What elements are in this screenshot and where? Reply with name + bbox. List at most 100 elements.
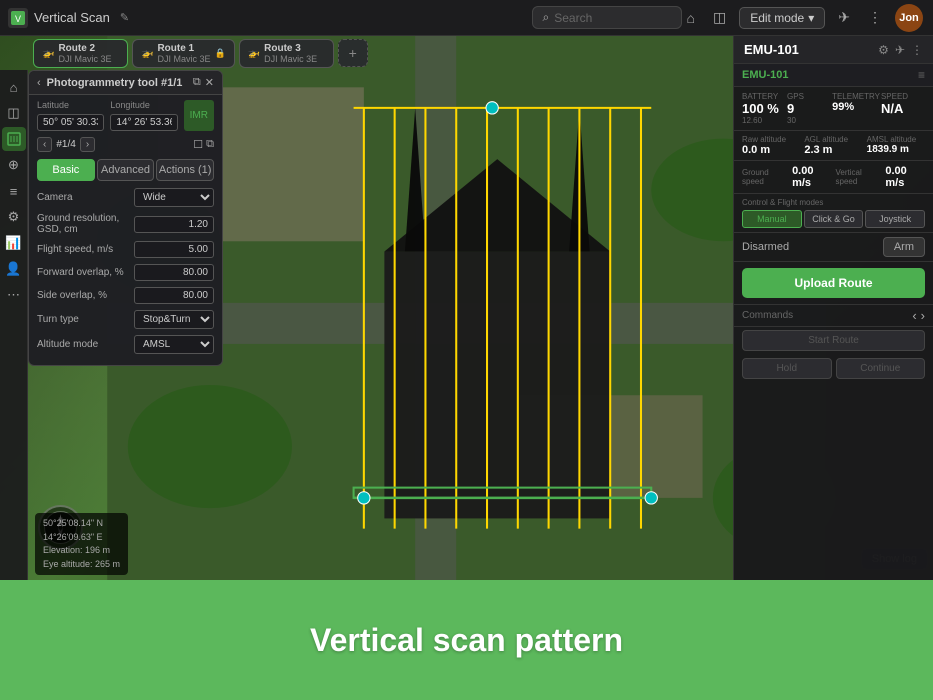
route-2-device: DJI Mavic 3E — [58, 54, 111, 64]
coord-info: 50°25'08.14" N 14°26'09.63" E Elevation:… — [35, 513, 128, 575]
prev-waypoint-button[interactable]: ‹ — [37, 137, 52, 152]
drone-icon[interactable]: ✈ — [833, 7, 855, 28]
altitude-mode-select[interactable]: AMSL — [134, 335, 214, 354]
edit-icon[interactable]: ✎ — [120, 11, 129, 24]
coord-lon: 14°26'09.63" E — [43, 531, 120, 545]
cmd-prev-button[interactable]: ‹ — [912, 308, 916, 323]
cmd-next-button[interactable]: › — [921, 308, 925, 323]
sidebar-home[interactable]: ⌂ — [2, 75, 26, 99]
continue-button[interactable]: Continue — [836, 358, 926, 379]
speed-stat-label: Speed — [881, 92, 925, 101]
flight-mode-buttons: Manual Click & Go Joystick — [742, 210, 925, 228]
amsl-alt-value: 1839.9 m — [867, 144, 925, 155]
waypoint-copy-icon[interactable]: ⧉ — [206, 138, 214, 151]
speed-row: Ground speed 0.00 m/s Vertical speed 0.0… — [734, 161, 933, 194]
commands-label: Commands — [742, 310, 908, 321]
gsd-input[interactable] — [134, 216, 214, 233]
panel-copy-button[interactable]: ⧉ — [193, 76, 201, 89]
app-icon: V — [8, 8, 28, 28]
sidebar-chart[interactable]: 📊 — [2, 231, 26, 255]
sidebar-waypoints[interactable]: ⊕ — [2, 153, 26, 177]
emu-route-header: EMU-101 ≡ — [734, 64, 933, 87]
layers-icon[interactable]: ◫ — [708, 7, 731, 28]
chevron-down-icon: ▾ — [808, 11, 814, 25]
camera-label: Camera — [37, 192, 130, 203]
sidebar-list[interactable]: ≡ — [2, 179, 26, 203]
stats-grid: Battery 100 % 12.60 GPS 9 30 Telemetry 9… — [734, 87, 933, 131]
forward-overlap-input[interactable] — [134, 264, 214, 281]
more-icon[interactable]: ⋮ — [863, 7, 887, 28]
tab-advanced[interactable]: Advanced — [97, 159, 155, 181]
raw-alt: Raw altitude 0.0 m — [742, 135, 800, 156]
vertical-speed-value: 0.00 m/s — [885, 165, 925, 189]
emu-settings-icon[interactable]: ⚙ — [878, 43, 889, 57]
home-icon[interactable]: ⌂ — [682, 8, 700, 28]
right-panel: EMU-101 ⚙ ✈ ⋮ EMU-101 ≡ Battery 100 % 12… — [733, 36, 933, 580]
emu-title: EMU-101 — [744, 42, 878, 57]
route-tab-2[interactable]: 🚁 Route 2 DJI Mavic 3E — [33, 39, 128, 68]
coord-lat: 50°25'08.14" N — [43, 517, 120, 531]
flight-modes: Control & Flight modes Manual Click & Go… — [734, 194, 933, 233]
panel-back-button[interactable]: ‹ — [37, 77, 41, 89]
telemetry-value: 99% — [832, 101, 880, 113]
side-overlap-row: Side overlap, % — [29, 284, 222, 307]
forward-overlap-row: Forward overlap, % — [29, 261, 222, 284]
speed-label: Flight speed, m/s — [37, 244, 130, 255]
click-go-mode-button[interactable]: Click & Go — [804, 210, 864, 228]
battery-value: 100 % — [742, 101, 786, 116]
bottom-bar: Vertical scan pattern — [0, 580, 933, 700]
latitude-input[interactable] — [37, 114, 104, 131]
disarmed-row: Disarmed Arm — [734, 233, 933, 262]
topbar-left: V Vertical Scan ✎ — [0, 8, 532, 28]
sidebar-more[interactable]: ⋯ — [2, 283, 26, 307]
camera-row: Camera Wide — [29, 185, 222, 210]
sidebar-tool-active[interactable] — [2, 127, 26, 151]
amsl-alt: AMSL altitude 1839.9 m — [867, 135, 925, 156]
sidebar-layers[interactable]: ◫ — [2, 101, 26, 125]
upload-route-button[interactable]: Upload Route — [742, 268, 925, 298]
sidebar-person[interactable]: 👤 — [2, 257, 26, 281]
emu-route-label: EMU-101 — [742, 69, 788, 81]
edit-mode-button[interactable]: Edit mode ▾ — [739, 7, 825, 29]
hold-button[interactable]: Hold — [742, 358, 832, 379]
route-1-lock-icon: 🔒 — [214, 48, 225, 59]
manual-mode-button[interactable]: Manual — [742, 210, 802, 228]
imr-button[interactable]: IMR — [184, 100, 214, 131]
panel-close-button[interactable]: ✕ — [205, 76, 214, 89]
next-waypoint-button[interactable]: › — [80, 137, 95, 152]
start-route-button[interactable]: Start Route — [742, 330, 925, 351]
battery-stat: Battery 100 % 12.60 — [742, 92, 786, 125]
avatar[interactable]: Jon — [895, 4, 923, 32]
gps-stat: GPS 9 30 — [787, 92, 831, 125]
waypoint-checkbox[interactable]: ☐ — [193, 138, 203, 151]
panel-title: Photogrammetry tool #1/1 — [47, 77, 187, 89]
tab-actions[interactable]: Actions (1) — [156, 159, 214, 181]
speed-input[interactable] — [134, 241, 214, 258]
route-tab-3[interactable]: 🚁 Route 3 DJI Mavic 3E — [239, 39, 334, 68]
turn-type-select[interactable]: Stop&Turn — [134, 310, 214, 329]
altitude-row: Raw altitude 0.0 m AGL altitude 2.3 m AM… — [734, 131, 933, 161]
emu-list-icon[interactable]: ≡ — [918, 68, 925, 82]
emu-more-icon[interactable]: ⋮ — [911, 43, 923, 57]
camera-select[interactable]: Wide — [134, 188, 214, 207]
emu-drone-icon[interactable]: ✈ — [895, 43, 905, 57]
route-tab-1[interactable]: 🚁 Route 1 DJI Mavic 3E 🔒 — [132, 39, 235, 68]
latitude-field: Latitude — [37, 100, 104, 131]
tab-basic[interactable]: Basic — [37, 159, 95, 181]
arm-button[interactable]: Arm — [883, 237, 925, 257]
telemetry-stat: Telemetry 99% — [832, 92, 880, 125]
joystick-mode-button[interactable]: Joystick — [865, 210, 925, 228]
tool-panel: ‹ Photogrammetry tool #1/1 ⧉ ✕ Latitude … — [28, 70, 223, 366]
search-box[interactable]: ⌕ Search — [532, 6, 682, 29]
sidebar-settings[interactable]: ⚙ — [2, 205, 26, 229]
ground-speed-label: Ground speed — [742, 168, 788, 186]
raw-alt-value: 0.0 m — [742, 144, 800, 156]
edit-mode-label: Edit mode — [750, 11, 804, 25]
longitude-label: Longitude — [110, 100, 177, 110]
waypoint-count: #1/4 — [56, 139, 75, 150]
route-2-drone-icon: 🚁 — [42, 48, 54, 59]
side-overlap-input[interactable] — [134, 287, 214, 304]
left-sidebar: ⌂ ◫ ⊕ ≡ ⚙ 📊 👤 ⋯ — [0, 70, 28, 580]
longitude-input[interactable] — [110, 114, 177, 131]
add-route-button[interactable]: + — [338, 39, 368, 67]
